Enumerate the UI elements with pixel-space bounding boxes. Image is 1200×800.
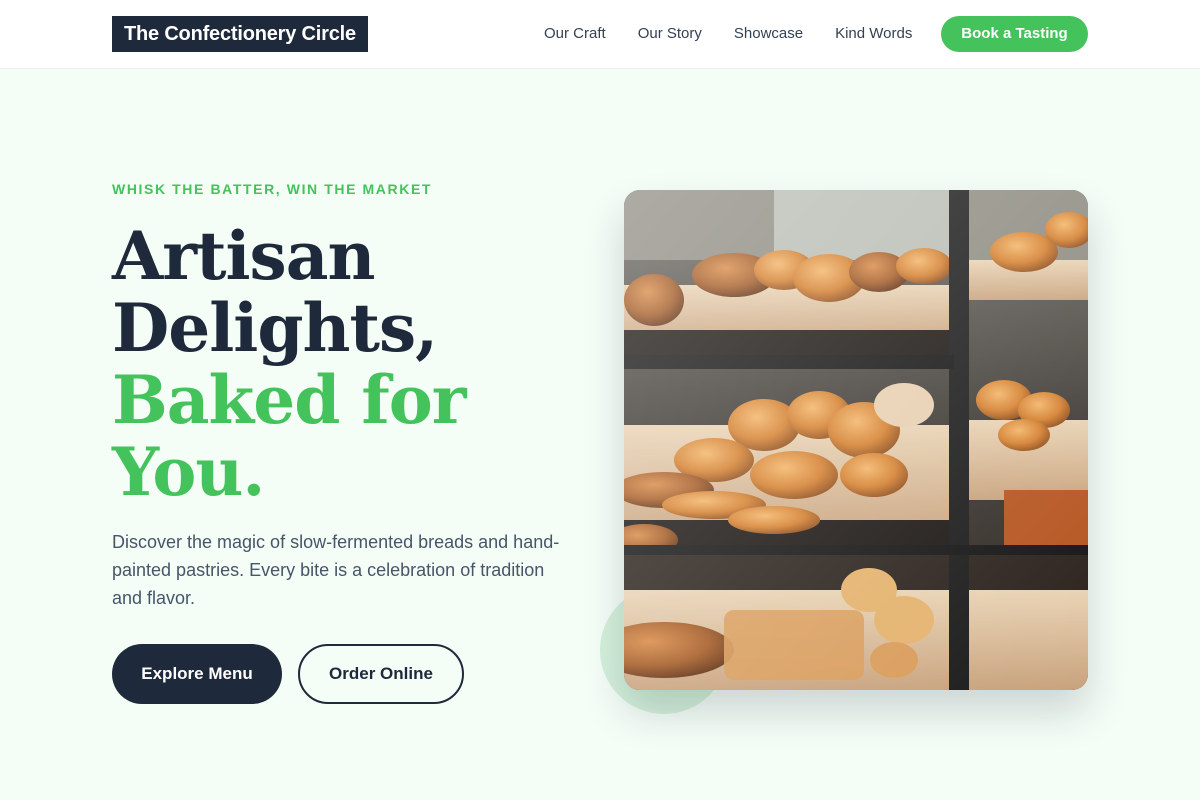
nav-showcase[interactable]: Showcase	[734, 16, 803, 52]
site-logo[interactable]: The Confectionery Circle	[112, 16, 368, 52]
hero-description: Discover the magic of slow-fermented bre…	[112, 532, 560, 608]
bakery-display-illustration	[624, 190, 1088, 690]
order-online-button[interactable]: Order Online	[298, 644, 464, 704]
hero-eyebrow: WHISK THE BATTER, WIN THE MARKET	[112, 181, 433, 197]
explore-menu-button[interactable]: Explore Menu	[112, 644, 282, 704]
site-header: The Confectionery Circle Our Craft Our S…	[0, 0, 1200, 69]
nav-our-craft[interactable]: Our Craft	[544, 16, 606, 52]
hero-headline: Artisan Delights, Baked for You.	[112, 220, 552, 508]
book-tasting-button[interactable]: Book a Tasting	[941, 16, 1088, 52]
headline-green-part: Baked for You.	[112, 361, 467, 511]
main-nav: Our Craft Our Story Showcase Kind Words	[544, 16, 944, 52]
nav-kind-words[interactable]: Kind Words	[835, 16, 912, 52]
nav-our-story[interactable]: Our Story	[638, 16, 702, 52]
hero-bakery-image	[624, 190, 1088, 690]
headline-dark-part: Artisan Delights,	[112, 217, 438, 367]
